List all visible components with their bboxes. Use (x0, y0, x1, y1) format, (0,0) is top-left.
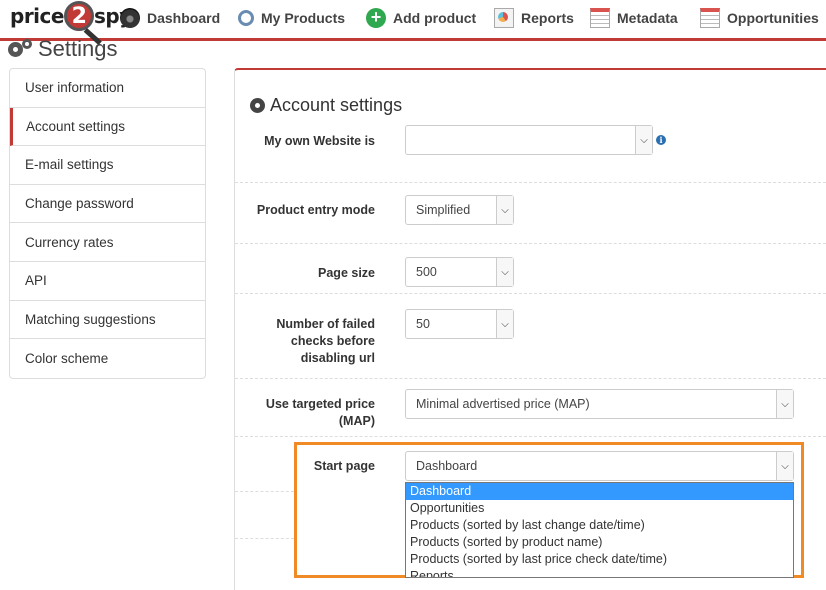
start-page-dropdown-list: Dashboard Opportunities Products (sorted… (405, 482, 794, 578)
sidebar-item-currency-rates[interactable]: Currency rates (10, 223, 205, 262)
sidebar-item-label: E-mail settings (25, 157, 114, 173)
sidebar-item-email-settings[interactable]: E-mail settings (10, 146, 205, 185)
start-page-select[interactable]: Dashboard ⌵ (405, 451, 794, 481)
info-icon[interactable]: i (656, 135, 666, 145)
nav-label-reports: Reports (521, 10, 574, 26)
entry-mode-select[interactable]: Simplified ⌵ (405, 195, 514, 225)
page-size-label: Page size (318, 266, 375, 280)
dropdown-option-opportunities[interactable]: Opportunities (406, 500, 793, 517)
start-page-select-value: Dashboard (416, 459, 478, 473)
dropdown-option-products-last-check[interactable]: Products (sorted by last price check dat… (406, 551, 793, 568)
row-divider (235, 491, 294, 492)
start-page-label: Start page (313, 459, 375, 473)
map-select[interactable]: Minimal advertised price (MAP) ⌵ (405, 389, 794, 419)
nav-label-opportunities: Opportunities (727, 10, 819, 26)
dropdown-option-reports[interactable]: Reports (406, 568, 793, 577)
website-select[interactable]: ⌵ (405, 125, 653, 155)
sidebar-item-label: API (25, 273, 47, 289)
nav-item-add-product[interactable]: + Add product (366, 6, 476, 30)
row-divider (235, 293, 826, 294)
map-label: Use targeted price (MAP) (265, 397, 375, 428)
sidebar-item-label: User information (25, 80, 125, 96)
opportunities-icon (700, 8, 720, 28)
chevron-down-icon: ⌵ (496, 310, 513, 338)
gears-icon (8, 39, 32, 59)
logo-text-left: price (10, 4, 64, 28)
row-divider (235, 243, 826, 244)
nav-label-dashboard: Dashboard (147, 10, 221, 26)
sidebar-item-label: Account settings (26, 118, 126, 134)
sidebar-item-api[interactable]: API (10, 262, 205, 301)
failed-checks-label: Number of failed checks before disabling… (276, 317, 375, 365)
failed-checks-select[interactable]: 50 ⌵ (405, 309, 514, 339)
sidebar-item-matching-suggestions[interactable]: Matching suggestions (10, 301, 205, 340)
row-divider (235, 182, 826, 183)
nav-item-my-products[interactable]: My Products (238, 6, 345, 30)
panel-title-text: Account settings (270, 95, 403, 115)
map-select-value: Minimal advertised price (MAP) (416, 397, 590, 411)
nav-item-dashboard[interactable]: Dashboard (120, 6, 220, 30)
nav-label-add-product: Add product (393, 10, 477, 26)
nav-label-metadata: Metadata (617, 10, 678, 26)
row-divider (235, 436, 826, 437)
dropdown-option-products-name[interactable]: Products (sorted by product name) (406, 534, 793, 551)
chevron-down-icon: ⌵ (496, 196, 513, 224)
nav-label-my-products: My Products (261, 10, 346, 26)
chevron-down-icon: ⌵ (776, 390, 793, 418)
sidebar-item-user-information[interactable]: User information (10, 69, 205, 108)
row-divider (235, 378, 826, 379)
entry-mode-label: Product entry mode (256, 203, 375, 217)
dropdown-option-dashboard[interactable]: Dashboard (406, 483, 793, 500)
sidebar-item-label: Color scheme (25, 350, 109, 366)
entry-mode-select-value: Simplified (416, 203, 471, 217)
chevron-down-icon: ⌵ (496, 258, 513, 286)
website-label: My own Website is (264, 134, 375, 148)
sidebar-item-color-scheme[interactable]: Color scheme (10, 339, 205, 378)
row-divider (235, 538, 294, 539)
metadata-icon (590, 8, 610, 28)
chevron-down-icon: ⌵ (635, 126, 652, 154)
chevron-down-icon: ⌵ (776, 452, 793, 480)
page-size-select-value: 500 (416, 265, 437, 279)
panel-title: Account settings (250, 95, 402, 116)
settings-sidebar: User information Account settings E-mail… (9, 68, 206, 379)
dropdown-option-products-last-change[interactable]: Products (sorted by last change date/tim… (406, 517, 793, 534)
sidebar-item-change-password[interactable]: Change password (10, 185, 205, 224)
dashboard-icon (120, 8, 140, 28)
sidebar-item-account-settings[interactable]: Account settings (10, 107, 205, 147)
failed-checks-select-value: 50 (416, 317, 430, 331)
sidebar-item-label: Matching suggestions (25, 311, 156, 327)
logo-magnifier-icon (64, 1, 94, 31)
search-icon (238, 10, 254, 26)
page-size-select[interactable]: 500 ⌵ (405, 257, 514, 287)
add-icon: + (366, 8, 386, 28)
nav-item-opportunities[interactable]: Opportunities (700, 6, 819, 30)
gear-icon (250, 98, 265, 113)
top-navigation-bar: price 2 spy Dashboard My Products + Add pr… (0, 0, 826, 46)
nav-item-metadata[interactable]: Metadata (590, 6, 678, 30)
sidebar-item-label: Currency rates (25, 234, 114, 250)
page-title-text: Settings (38, 36, 118, 61)
reports-icon (494, 8, 514, 28)
sidebar-item-label: Change password (25, 196, 134, 212)
nav-item-reports[interactable]: Reports (494, 6, 574, 30)
page-title: Settings (8, 36, 118, 62)
